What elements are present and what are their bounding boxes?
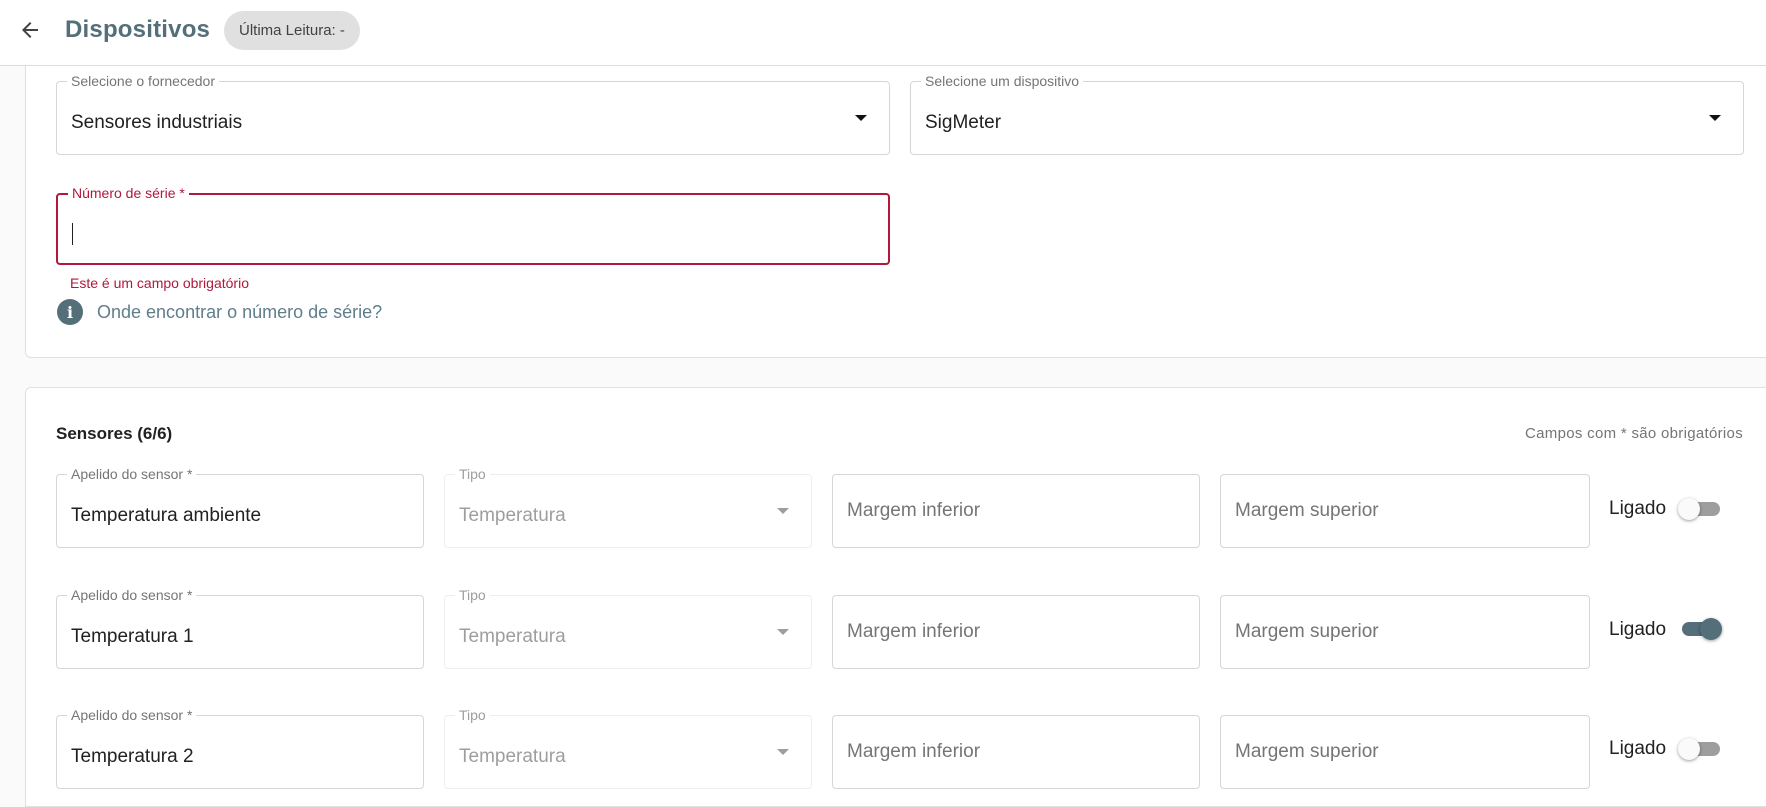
caret-down-icon <box>777 508 789 514</box>
serial-help-link[interactable]: Onde encontrar o número de série? <box>97 302 382 323</box>
sensor-nickname-value: Temperatura ambiente <box>71 505 262 526</box>
upper-margin-field[interactable] <box>1220 715 1590 789</box>
lower-margin-input[interactable] <box>847 475 1185 547</box>
upper-margin-input[interactable] <box>1235 596 1575 668</box>
sensor-type-value: Temperatura <box>459 746 566 767</box>
toggle-thumb <box>1678 738 1700 760</box>
lower-margin-field[interactable] <box>832 595 1200 669</box>
serial-number-field[interactable]: Número de série * <box>56 185 890 265</box>
caret-down-icon <box>777 749 789 755</box>
enabled-label: Ligado <box>1609 498 1667 519</box>
text-cursor <box>72 223 73 245</box>
upper-margin-input[interactable] <box>1235 475 1575 547</box>
device-value: SigMeter <box>925 112 1002 133</box>
sensor-type-select: Tipo Temperatura <box>444 587 812 669</box>
caret-down-icon <box>777 629 789 635</box>
upper-margin-field[interactable] <box>1220 595 1590 669</box>
caret-down-icon <box>1709 115 1721 121</box>
last-reading-chip: Última Leitura: - <box>224 11 360 50</box>
page-title: Dispositivos <box>65 16 211 43</box>
caret-down-icon <box>855 115 867 121</box>
enabled-label: Ligado <box>1609 738 1667 759</box>
sensor-nickname-field[interactable]: Apelido do sensor * Temperatura 2 <box>56 707 424 789</box>
required-fields-note: Campos com * são obrigatórios <box>1525 425 1743 442</box>
back-button[interactable] <box>14 14 46 46</box>
serial-error-message: Este é um campo obrigatório <box>70 275 249 291</box>
sensor-type-value: Temperatura <box>459 505 566 526</box>
toggle-thumb <box>1700 618 1722 640</box>
sensor-nickname-value: Temperatura 2 <box>71 746 194 767</box>
device-select[interactable]: Selecione um dispositivo SigMeter <box>910 73 1744 155</box>
supplier-select[interactable]: Selecione o fornecedor Sensores industri… <box>56 73 890 155</box>
enabled-toggle[interactable] <box>1678 616 1722 642</box>
lower-margin-field[interactable] <box>832 715 1200 789</box>
upper-margin-input[interactable] <box>1235 716 1575 788</box>
sensor-type-select: Tipo Temperatura <box>444 466 812 548</box>
sensor-nickname-value: Temperatura 1 <box>71 626 194 647</box>
sensor-type-select: Tipo Temperatura <box>444 707 812 789</box>
lower-margin-field[interactable] <box>832 474 1200 548</box>
enabled-toggle[interactable] <box>1678 496 1722 522</box>
top-bar: Dispositivos Última Leitura: - <box>0 0 1766 66</box>
arrow-left-icon <box>22 22 38 38</box>
toggle-thumb <box>1678 498 1700 520</box>
sensor-type-value: Temperatura <box>459 626 566 647</box>
sensors-title: Sensores (6/6) <box>56 424 173 443</box>
serial-number-label: Número de série * <box>68 185 189 201</box>
enabled-toggle[interactable] <box>1678 736 1722 762</box>
upper-margin-field[interactable] <box>1220 474 1590 548</box>
sensor-nickname-field[interactable]: Apelido do sensor * Temperatura ambiente <box>56 466 424 548</box>
enabled-label: Ligado <box>1609 619 1667 640</box>
sensor-nickname-field[interactable]: Apelido do sensor * Temperatura 1 <box>56 587 424 669</box>
lower-margin-input[interactable] <box>847 716 1185 788</box>
supplier-value: Sensores industriais <box>71 112 243 133</box>
serial-help-row: i Onde encontrar o número de série? <box>57 298 382 326</box>
lower-margin-input[interactable] <box>847 596 1185 668</box>
info-icon: i <box>57 299 83 325</box>
